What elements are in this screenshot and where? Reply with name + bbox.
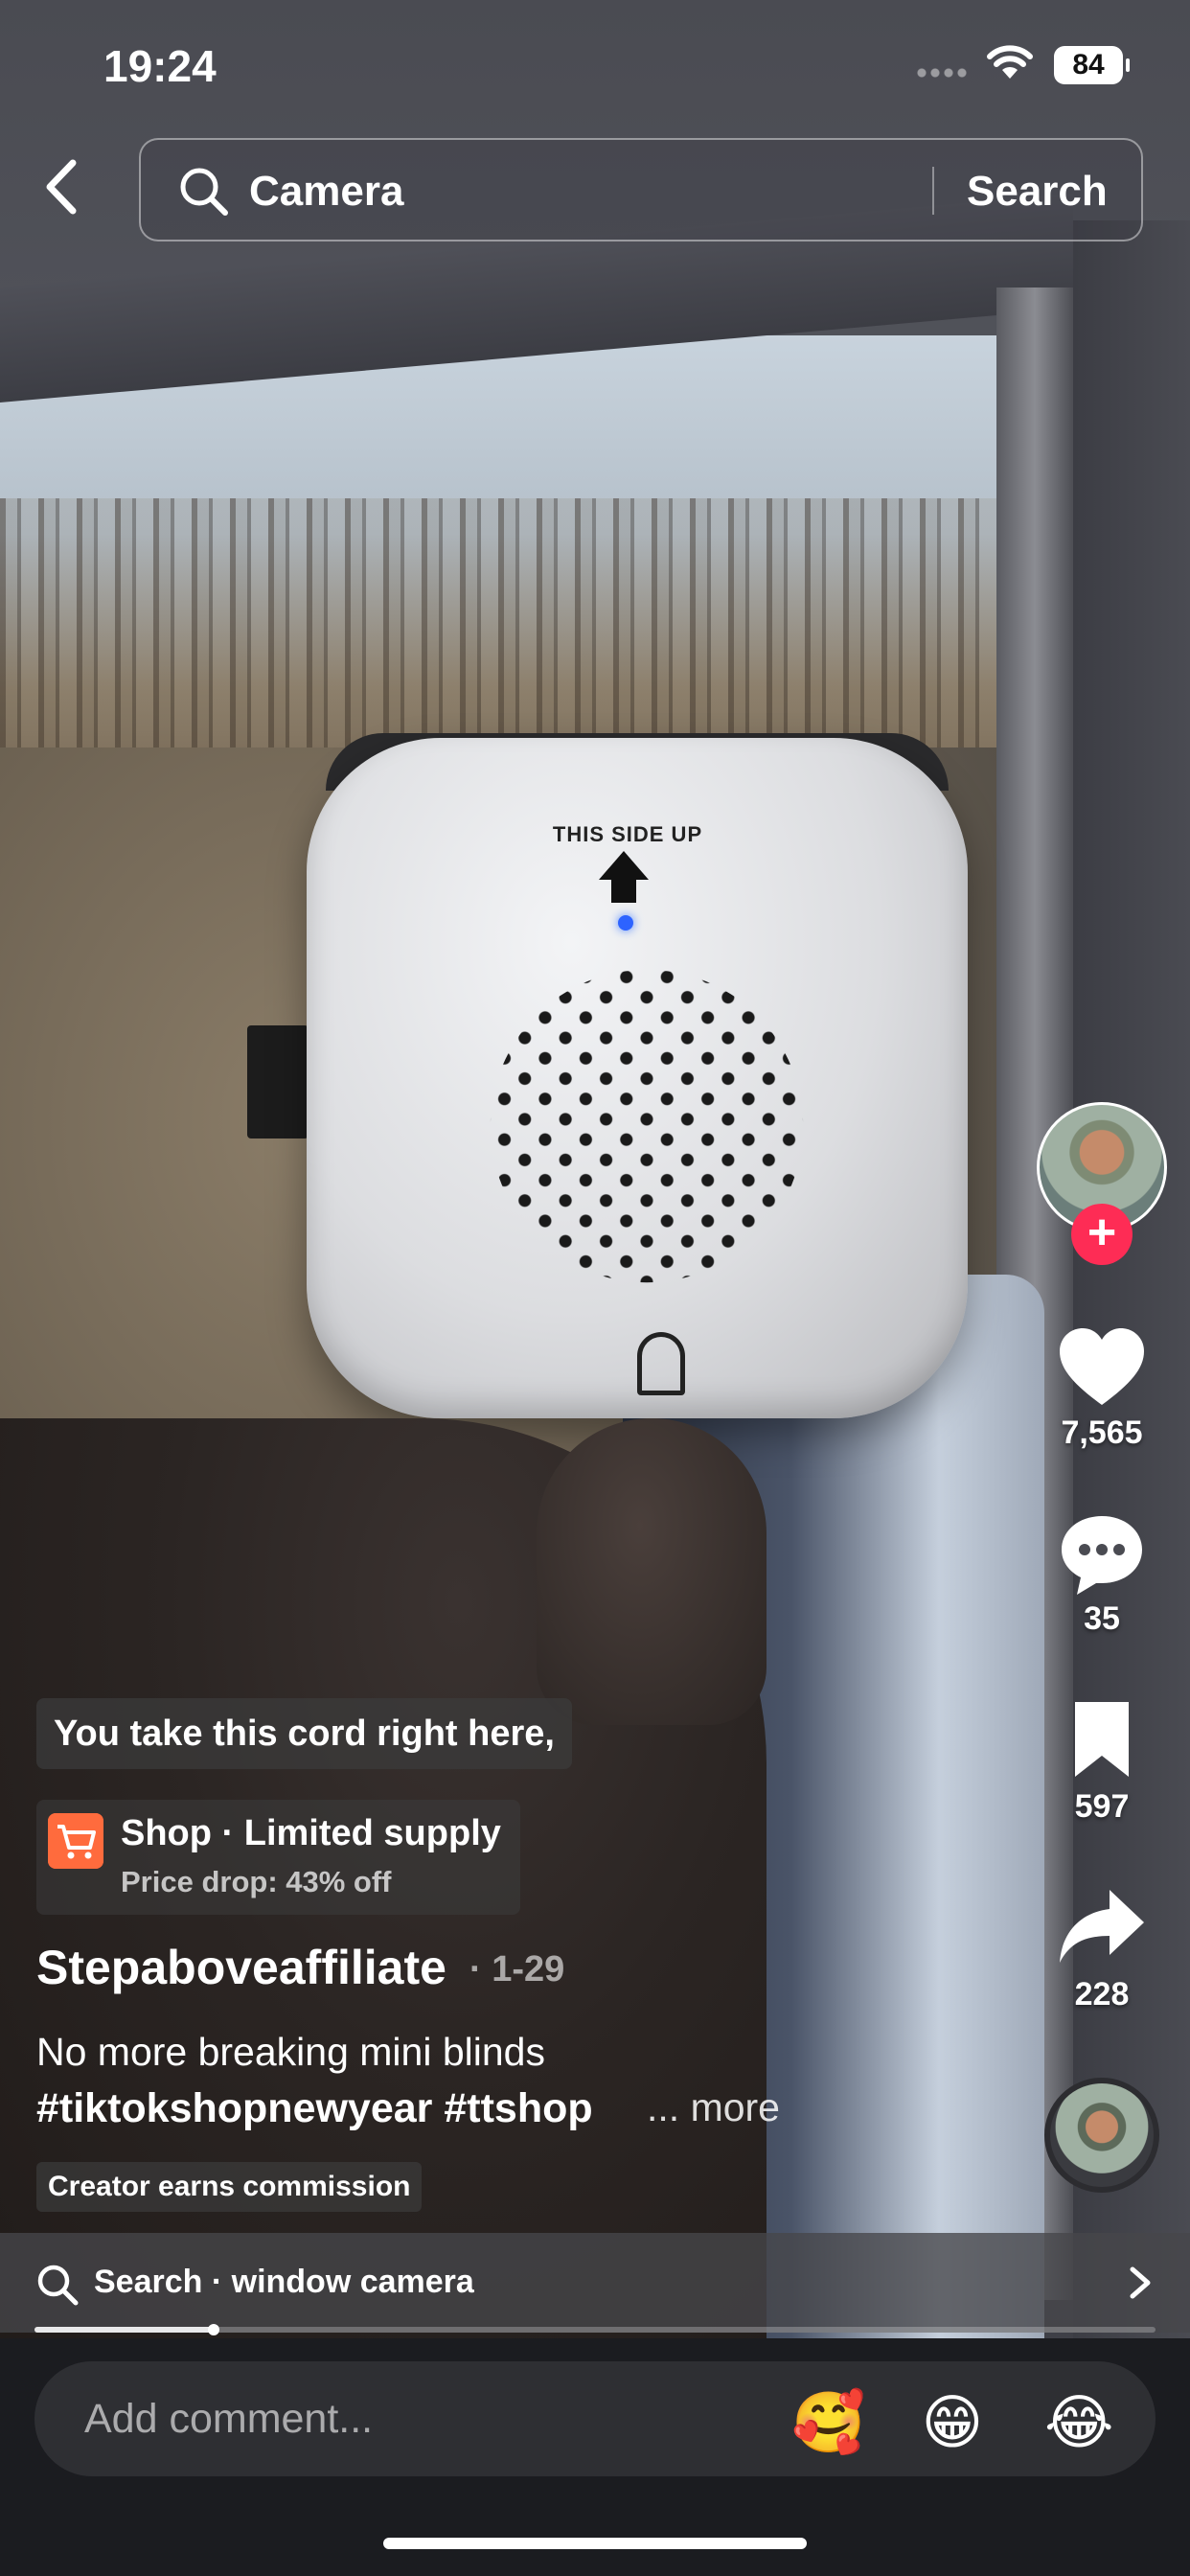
post-hashtags[interactable]: #tiktokshopnewyear #ttshop [36,2085,593,2132]
wall [1073,220,1190,2338]
bottom-comment-bar: Add comment... 🥰 😁 😂 [0,2338,1190,2576]
search-suggestion-bar[interactable]: Search · window camera [0,2233,1190,2333]
shopping-cart-icon [48,1813,103,1869]
shop-subtitle: Price drop: 43% off [121,1865,392,1898]
shop-link[interactable]: Shop · Limited supply Price drop: 43% of… [36,1800,520,1915]
status-led [618,915,633,931]
comment-count: 35 [1084,1600,1120,1637]
search-icon [180,168,228,216]
comment-input[interactable]: Add comment... 🥰 😁 😂 [34,2361,1156,2476]
home-indicator[interactable] [383,2538,807,2549]
video-caption: You take this cord right here, [36,1698,572,1769]
search-icon [37,2265,79,2306]
emoji-laughing-tears[interactable]: 😂 [1044,2388,1113,2457]
arrow-up-icon [599,851,649,880]
search-divider [932,167,934,215]
more-link[interactable]: ... more [647,2085,780,2130]
arrow-stem [611,878,636,903]
finger [537,1418,767,1725]
search-bar[interactable]: Camera Search [139,138,1143,242]
keyhole-mount [637,1332,685,1395]
search-button[interactable]: Search [967,168,1108,216]
creator-username[interactable]: Stepaboveaffiliate [36,1940,446,1995]
emoji-grinning[interactable]: 😁 [918,2388,987,2457]
like-count: 7,565 [1061,1414,1143,1451]
battery-indicator: 84 [1054,46,1130,84]
share-count: 228 [1074,1976,1130,2012]
commission-badge: Creator earns commission [36,2162,423,2212]
cellular-signal-icon [915,68,969,78]
post-date: · 1-29 [469,1949,565,1990]
heart-icon[interactable] [1054,1321,1150,1416]
comment-placeholder: Add comment... [84,2396,374,2442]
comment-icon[interactable] [1054,1506,1150,1602]
chevron-right-icon [1130,2266,1151,2299]
search-suggestion-text: Search · window camera [94,2264,474,2300]
video-progress-bar[interactable] [34,2324,1156,2335]
back-arrow-icon[interactable] [36,153,94,220]
share-icon[interactable] [1054,1880,1150,1976]
progress-fill [34,2327,215,2333]
follow-plus-button[interactable]: + [1071,1204,1133,1265]
device-label: THIS SIDE UP [552,822,703,846]
device-plug [247,1025,309,1138]
wifi-icon [987,45,1033,79]
shop-title: Shop · Limited supply [121,1813,501,1853]
trees [0,498,1006,748]
bookmark-icon[interactable] [1054,1692,1150,1788]
search-input[interactable]: Camera [249,168,403,216]
emoji-smiling-hearts[interactable]: 🥰 [791,2388,865,2457]
music-disc[interactable] [1044,2078,1159,2193]
bookmark-count: 597 [1074,1788,1130,1825]
post-description: No more breaking mini blinds [36,2030,545,2074]
status-time: 19:24 [103,41,217,91]
